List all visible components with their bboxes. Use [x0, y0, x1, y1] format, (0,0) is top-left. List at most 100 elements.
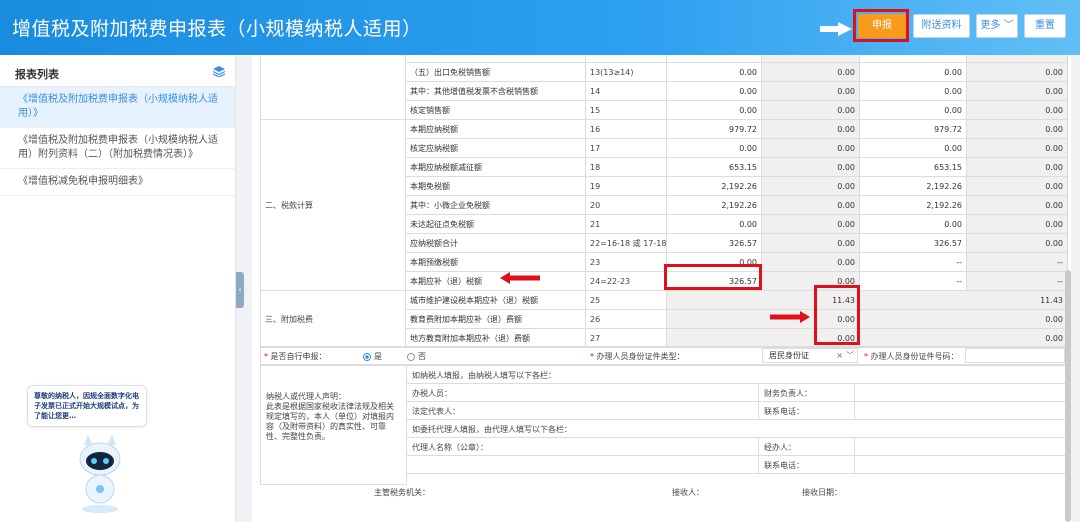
- value-cell[interactable]: 326.57: [666, 233, 762, 253]
- value-cell: --: [966, 252, 1068, 272]
- value-cell[interactable]: --: [859, 271, 967, 291]
- value-cell[interactable]: 326.57: [859, 233, 967, 253]
- value-cell: 0.00: [966, 138, 1068, 158]
- sidebar-item-exemption[interactable]: 《增值税减免税申报明细表》: [0, 169, 235, 196]
- row-code: [585, 55, 667, 63]
- value-cell[interactable]: 0.00: [666, 214, 762, 234]
- radio-yes-icon[interactable]: [363, 352, 371, 361]
- phone2-input[interactable]: [854, 455, 1067, 474]
- row-item-label: 地方教育附加本期应补（退）费额: [405, 328, 586, 348]
- row-item-label: 本期应纳税额减征额: [405, 157, 586, 177]
- row-item-label: 本期应纳税额: [405, 119, 586, 139]
- self-declare-label-wrap: * 是否自行申报：: [264, 351, 327, 362]
- page-header: 增值税及附加税费申报表（小规模纳税人适用） 申报 附送资料 更多 ﹀ 重置: [0, 0, 1080, 55]
- reset-button[interactable]: 重置: [1024, 14, 1066, 38]
- row-item-label: 本期预缴税额: [405, 252, 586, 272]
- row-item-label: 核定销售额: [405, 100, 586, 120]
- attach-materials-button[interactable]: 附送资料: [913, 14, 970, 38]
- sidebar-item-main-form[interactable]: 《增值税及附加税费申报表（小规模纳税人适用）》: [0, 87, 235, 128]
- value-cell: 0.00: [966, 176, 1068, 196]
- row-code: 13(13≥14): [585, 62, 667, 82]
- main-content: （五）出口免税销售额 13(13≥14) 0.00 0.00 0.00 0.00 其中：其他…: [252, 55, 1071, 522]
- finance-head-input[interactable]: [854, 383, 1067, 402]
- agent-fill-note: 如委托代理人填报，由代理人填写以下各栏：: [406, 419, 1067, 438]
- agent-id-type-select[interactable]: 居民身份证 × ﹀: [762, 348, 858, 363]
- radio-no[interactable]: 否: [407, 351, 426, 362]
- layers-icon[interactable]: [213, 66, 225, 77]
- clear-icon[interactable]: ×: [836, 349, 843, 362]
- section-cell: 二、税款计算: [260, 119, 406, 291]
- value-cell: --: [966, 271, 1068, 291]
- sidebar: 报表列表 《增值税及附加税费申报表（小规模纳税人适用）》 《增值税及附加税费申报…: [0, 55, 236, 522]
- value-cell[interactable]: 653.15: [666, 157, 762, 177]
- agent-name-label: 代理人名称（公章）：: [406, 437, 759, 456]
- agent-id-type-value: 居民身份证: [769, 351, 809, 360]
- vertical-scrollbar[interactable]: [1065, 270, 1071, 522]
- row-code: 14: [585, 81, 667, 101]
- value-cell: 0.00: [761, 100, 860, 120]
- row-item-label: （五）出口免税销售额: [405, 62, 586, 82]
- handler-input[interactable]: [854, 437, 1067, 456]
- agent-id-type-label-wrap: * 办理人员身份证件类型：: [590, 351, 685, 362]
- value-cell: 0.00: [966, 119, 1068, 139]
- value-cell[interactable]: --: [859, 252, 967, 272]
- value-cell[interactable]: 0.00: [859, 81, 967, 101]
- page-title: 增值税及附加税费申报表（小规模纳税人适用）: [12, 18, 422, 40]
- value-cell[interactable]: 0.00: [666, 138, 762, 158]
- value-cell[interactable]: 0.00: [666, 100, 762, 120]
- table-row: [260, 55, 1068, 120]
- radio-yes[interactable]: 是: [363, 351, 382, 362]
- required-star: *: [864, 352, 868, 361]
- row-code: 21: [585, 214, 667, 234]
- value-cell[interactable]: 2,192.26: [859, 195, 967, 215]
- agent-id-no-input[interactable]: [965, 348, 1065, 363]
- radio-no-icon[interactable]: [407, 352, 415, 361]
- row-code: 22=16-18 或 17-18: [585, 233, 667, 253]
- agent-id-type-label: 办理人员身份证件类型：: [596, 352, 685, 361]
- row-code: 23: [585, 252, 667, 272]
- sidebar-collapse-handle[interactable]: ‹: [236, 272, 244, 308]
- value-cell[interactable]: 0.00: [666, 81, 762, 101]
- declaration-text: 此表是根据国家税收法律法规及相关规定填写的，本人（单位）对填报内容（及附带资料）…: [266, 402, 394, 441]
- sidebar-item-schedule-2[interactable]: 《增值税及附加税费申报表（小规模纳税人适用）附列资料（二）（附加税费情况表）》: [0, 128, 235, 169]
- value-cell[interactable]: 979.72: [666, 119, 762, 139]
- value-cell[interactable]: 0.00: [859, 100, 967, 120]
- value-cell: 0.00: [966, 214, 1068, 234]
- red-arrow-right-icon: [770, 311, 810, 323]
- section-cell: 三、附加税费: [260, 290, 406, 348]
- value-cell[interactable]: 2,192.26: [666, 176, 762, 196]
- robot-assistant-icon[interactable]: [72, 435, 128, 515]
- value-cell: 11.43: [859, 290, 1068, 310]
- value-cell: [966, 55, 1068, 63]
- chevron-down-icon[interactable]: ﹀: [846, 349, 854, 362]
- sidebar-title: 报表列表: [15, 68, 59, 81]
- tax-handler-label: 办税人员：: [406, 383, 759, 402]
- handler-label: 经办人：: [758, 437, 855, 456]
- value-cell: 0.00: [966, 81, 1068, 101]
- row-item-label: 城市维护建设税本期应补（退）税额: [405, 290, 586, 310]
- row-code: 17: [585, 138, 667, 158]
- value-cell: 0.00: [761, 195, 860, 215]
- value-cell[interactable]: 979.72: [859, 119, 967, 139]
- value-cell[interactable]: 653.15: [859, 157, 967, 177]
- phone-input[interactable]: [854, 401, 1067, 420]
- notice-bubble[interactable]: 尊敬的纳税人，因规全面数字化电子发票已正式开始大规模试点，为了能让您更…: [27, 385, 147, 427]
- value-cell[interactable]: 0.00: [859, 138, 967, 158]
- value-cell: 0.00: [966, 233, 1068, 253]
- row-code: 25: [585, 290, 667, 310]
- value-cell[interactable]: 2,192.26: [666, 195, 762, 215]
- value-cell[interactable]: 0.00: [859, 62, 967, 82]
- required-star: *: [264, 352, 268, 361]
- value-cell[interactable]: 0.00: [666, 62, 762, 82]
- value-cell[interactable]: 2,192.26: [859, 176, 967, 196]
- value-cell[interactable]: 0.00: [859, 214, 967, 234]
- more-button[interactable]: 更多 ﹀: [976, 14, 1018, 38]
- value-cell: 0.00: [761, 252, 860, 272]
- value-cell[interactable]: [666, 55, 762, 63]
- row-code: 24=22-23: [585, 271, 667, 291]
- value-cell[interactable]: [859, 55, 967, 63]
- radio-yes-label: 是: [374, 352, 382, 361]
- table-row: 三、附加税费 城市维护建设税本期应补（退）税额 25 11.43 11.43: [260, 290, 1068, 348]
- row-code: 20: [585, 195, 667, 215]
- agent-name-input[interactable]: [406, 455, 759, 474]
